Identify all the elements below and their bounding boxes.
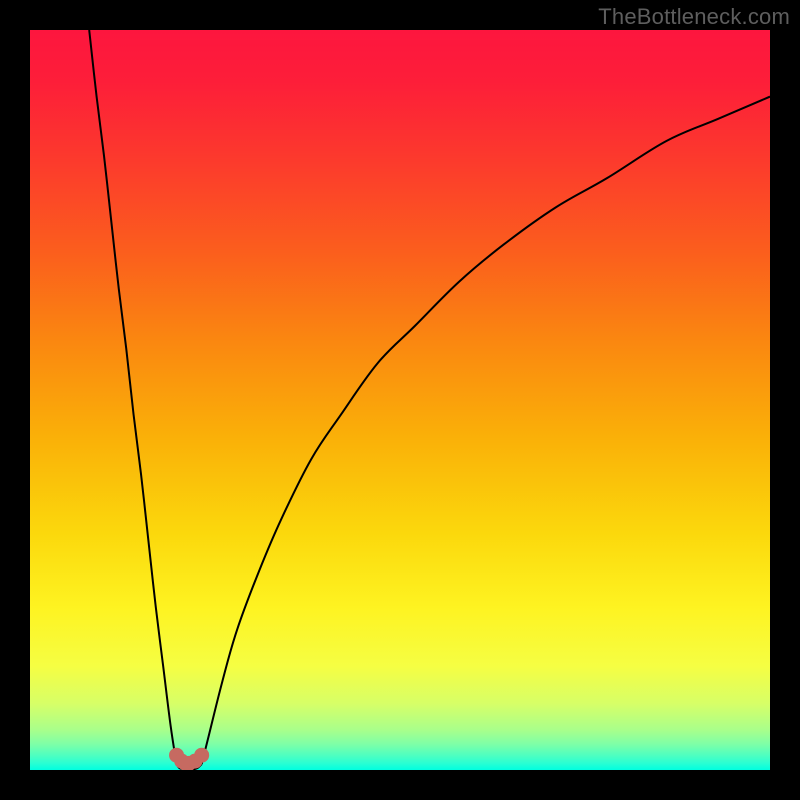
gradient-background [30, 30, 770, 770]
chart-svg [30, 30, 770, 770]
marker-point [194, 748, 209, 763]
chart-frame: TheBottleneck.com [0, 0, 800, 800]
watermark-text: TheBottleneck.com [598, 4, 790, 30]
plot-area [30, 30, 770, 770]
